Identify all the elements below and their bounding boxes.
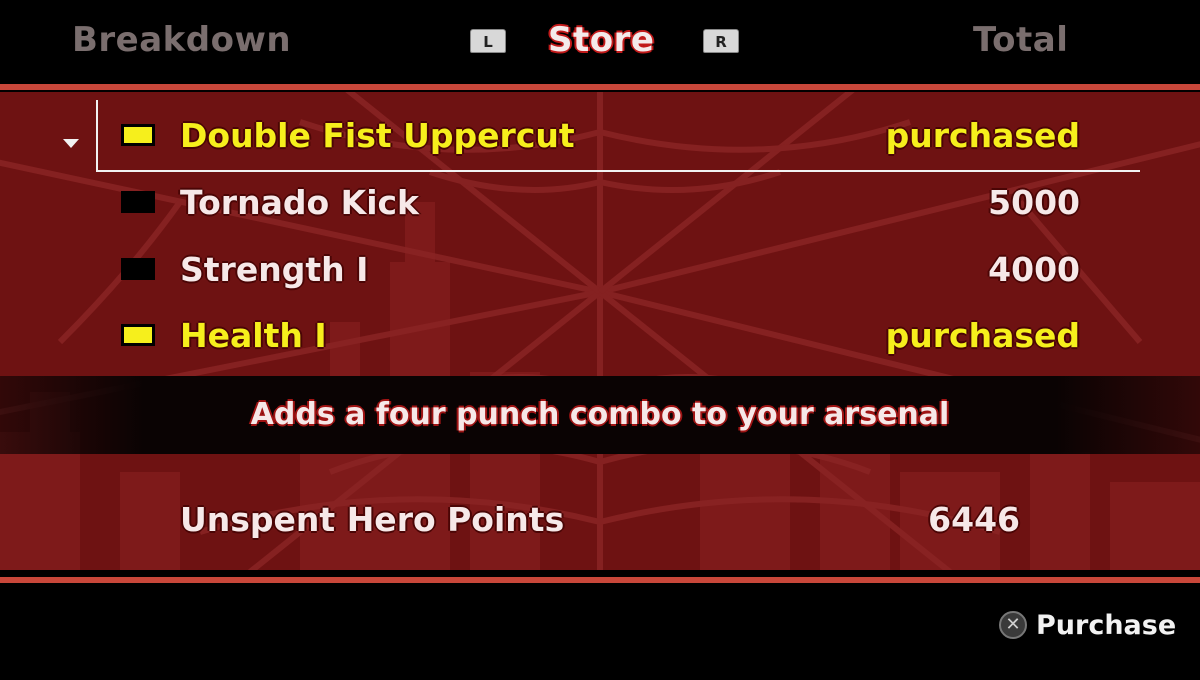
tab-store[interactable]: Store	[548, 18, 654, 62]
store-item-row[interactable]: Health I purchased	[0, 308, 1200, 364]
top-tab-bar: Breakdown L Store R Total	[0, 0, 1200, 82]
owned-indicator-icon	[121, 124, 155, 146]
item-price: purchased	[885, 316, 1080, 355]
cross-button-icon[interactable]: ✕	[999, 611, 1027, 639]
item-name: Health I	[180, 316, 327, 355]
hero-points-label: Unspent Hero Points	[180, 500, 565, 539]
store-item-row[interactable]: Double Fist Uppercut purchased	[0, 108, 1200, 164]
item-name: Double Fist Uppercut	[180, 116, 575, 155]
l-shoulder-button-icon[interactable]: L	[470, 29, 506, 53]
item-name: Strength I	[180, 250, 369, 289]
tab-breakdown[interactable]: Breakdown	[72, 18, 291, 62]
item-price: 5000	[988, 183, 1080, 222]
store-item-row[interactable]: Strength I 4000	[0, 242, 1200, 298]
item-description: Adds a four punch combo to your arsenal	[250, 397, 950, 432]
owned-indicator-icon	[121, 191, 155, 213]
item-price: 4000	[988, 250, 1080, 289]
owned-indicator-icon	[121, 324, 155, 346]
purchase-action-label[interactable]: Purchase	[1036, 606, 1176, 646]
owned-indicator-icon	[121, 258, 155, 280]
top-divider	[0, 84, 1200, 90]
item-price: purchased	[885, 116, 1080, 155]
r-shoulder-button-icon[interactable]: R	[703, 29, 739, 53]
store-item-row[interactable]: Tornado Kick 5000	[0, 175, 1200, 231]
bottom-divider	[0, 577, 1200, 583]
tab-total[interactable]: Total	[973, 18, 1068, 62]
item-name: Tornado Kick	[180, 183, 420, 222]
hero-points-value: 6446	[928, 500, 1020, 539]
